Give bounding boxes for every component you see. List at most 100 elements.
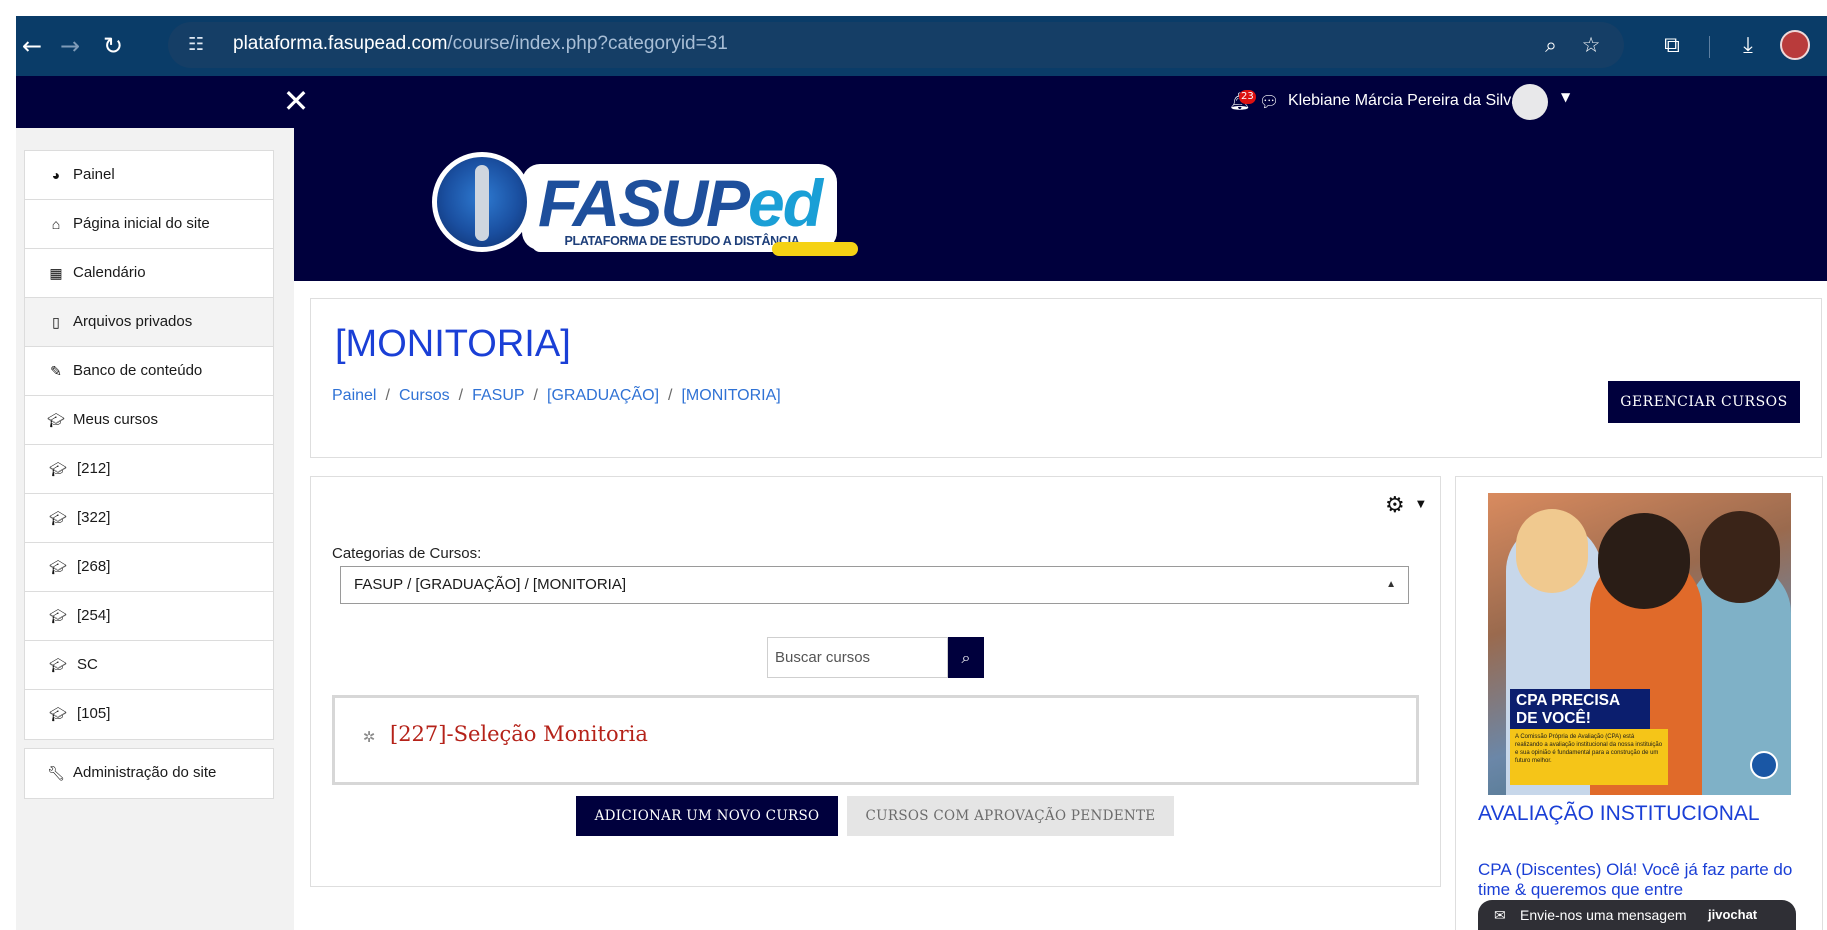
logo-emblem-icon: [432, 152, 532, 252]
notification-count-badge: 23: [1239, 90, 1256, 104]
home-icon: ⌂: [51, 216, 61, 232]
sidebar-item-label: Calendário: [73, 264, 146, 281]
extensions-icon[interactable]: ⧉: [1656, 30, 1688, 62]
sidebar-main-group: ◕ Painel ⌂ Página inicial do site ▦ Cale…: [24, 150, 274, 740]
gear-menu-chevron-down-icon[interactable]: ▼: [1417, 499, 1425, 510]
graduation-cap-icon: 🎓︎: [49, 559, 67, 575]
chat-widget-button[interactable]: ✉ Envie-nos uma mensagem jivochat: [1478, 900, 1796, 930]
sidebar-item-content-bank[interactable]: ✎ Banco de conteúdo: [25, 347, 273, 396]
breadcrumb: Painel / Cursos / FASUP / [GRADUAÇÃO] / [MONITOR…: [332, 387, 781, 405]
cpa-title-line: CPA PRECISA: [1516, 692, 1621, 709]
gear-icon[interactable]: ⚙: [1385, 493, 1405, 518]
page-header: [MONITORIA] Painel / Cursos / FASUP / [GRADUAÇ…: [310, 298, 1822, 458]
url-host: plataforma.fasupead.com: [233, 33, 448, 54]
dashboard-icon: ◕: [51, 167, 61, 183]
sidebar-navigation: ◕ Painel ⌂ Página inicial do site ▦ Cale…: [24, 150, 274, 799]
breadcrumb-link[interactable]: FASUP: [472, 387, 524, 404]
breadcrumb-separator: /: [385, 387, 390, 404]
course-category-content: ⚙ ▼ Categorias de Cursos: FASUP / [GRADU…: [310, 476, 1441, 887]
calendar-icon: ▦: [49, 265, 63, 281]
user-name[interactable]: Klebiane Márcia Pereira da Silva: [1288, 92, 1520, 110]
breadcrumb-link[interactable]: [GRADUAÇÃO]: [547, 387, 659, 404]
sidebar-course-item[interactable]: 🎓︎ [268]: [25, 543, 273, 592]
breadcrumb-separator: /: [533, 387, 538, 404]
pending-approval-button[interactable]: CURSOS COM APROVAÇÃO PENDENTE: [847, 796, 1174, 836]
select-arrows-icon: ▲: [1386, 579, 1396, 590]
sidebar-course-label: [268]: [77, 558, 111, 575]
sidebar-item-site-admin[interactable]: 🔧︎ Administração do site: [25, 749, 273, 798]
chat-widget-brand: jivochat: [1708, 907, 1758, 922]
screen: ← → ↻ ☷ plataforma.fasupead.com/course/i…: [0, 0, 1827, 930]
search-icon: ⌕: [961, 648, 971, 667]
sidebar-item-home[interactable]: ⌂ Página inicial do site: [25, 200, 273, 249]
graduation-cap-icon: 🎓︎: [49, 608, 67, 624]
download-icon[interactable]: ⤓: [1732, 30, 1764, 62]
url-path: /course/index.php?categoryid=31: [447, 33, 728, 54]
brush-icon: ✎: [50, 363, 62, 379]
sidebar-course-item[interactable]: 🎓︎ [322]: [25, 494, 273, 543]
sidebar-admin-group: 🔧︎ Administração do site: [24, 748, 274, 799]
cpa-banner-text: A Comissão Própria de Avaliação (CPA) es…: [1510, 729, 1668, 785]
manage-courses-button[interactable]: GERENCIAR CURSOS: [1608, 381, 1800, 423]
person-head: [1598, 513, 1690, 609]
sidebar-item-label: Painel: [73, 166, 115, 183]
close-drawer-icon[interactable]: ✕: [280, 85, 312, 118]
logo-swoosh: [772, 242, 858, 256]
sidebar-item-label: Banco de conteúdo: [73, 362, 203, 379]
url-text[interactable]: plataforma.fasupead.com/course/index.php…: [233, 33, 728, 55]
reload-icon[interactable]: ↻: [97, 30, 129, 62]
browser-toolbar: ← → ↻ ☷ plataforma.fasupead.com/course/i…: [16, 16, 1827, 76]
sidebar-item-painel[interactable]: ◕ Painel: [25, 151, 273, 200]
breadcrumb-link[interactable]: Cursos: [399, 387, 450, 404]
graduation-cap-icon: 🎓︎: [49, 706, 67, 722]
sidebar-course-label: [105]: [77, 705, 111, 722]
cpa-banner-image[interactable]: CPA PRECISA DE VOCÊ! A Comissão Própria d…: [1488, 493, 1791, 795]
search-button[interactable]: ⌕: [948, 637, 984, 678]
sidebar-course-item[interactable]: 🎓︎ [212]: [25, 445, 273, 494]
profile-avatar-icon[interactable]: [1780, 30, 1810, 60]
graduation-cap-icon: 🎓︎: [49, 461, 67, 477]
cpa-banner-title: CPA PRECISA DE VOCÊ!: [1510, 689, 1650, 731]
sidebar-item-my-courses[interactable]: 🎓︎ Meus cursos: [25, 396, 273, 445]
search-input[interactable]: Buscar cursos: [767, 637, 948, 678]
site-logo[interactable]: FASUPed PLATAFORMA DE ESTUDO A DISTÂNCIA: [432, 146, 860, 261]
toolbar-separator: [1709, 36, 1710, 58]
envelope-icon: ✉: [1494, 907, 1506, 923]
course-expand-icon[interactable]: ✲: [360, 728, 378, 746]
address-bar[interactable]: ☷ plataforma.fasupead.com/course/index.p…: [168, 22, 1624, 68]
bookmark-star-icon[interactable]: ☆: [1578, 32, 1604, 58]
sidebar-course-item[interactable]: 🎓︎ [254]: [25, 592, 273, 641]
category-label: Categorias de Cursos:: [332, 545, 482, 562]
cpa-description-link[interactable]: CPA (Discentes) Olá! Você já faz parte d…: [1478, 860, 1798, 900]
page-title: [MONITORIA]: [335, 323, 571, 365]
sidebar-item-private-files[interactable]: ▯ Arquivos privados: [25, 298, 273, 347]
sidebar-item-calendar[interactable]: ▦ Calendário: [25, 249, 273, 298]
sidebar-course-item[interactable]: 🎓︎ SC: [25, 641, 273, 690]
forward-arrow-icon[interactable]: →: [54, 30, 86, 62]
course-list: ✲ [227]-Seleção Monitoria: [332, 695, 1419, 785]
graduation-cap-icon: 🎓︎: [49, 657, 67, 673]
back-arrow-icon[interactable]: ←: [16, 30, 48, 62]
wrench-icon: 🔧︎: [47, 765, 65, 781]
course-link[interactable]: [227]-Seleção Monitoria: [390, 722, 648, 746]
cpa-heading-link[interactable]: AVALIAÇÃO INSTITUCIONAL: [1478, 802, 1760, 826]
messages-icon[interactable]: 💬︎: [1259, 92, 1281, 112]
breadcrumb-link[interactable]: [MONITORIA]: [681, 387, 780, 404]
graduation-cap-icon: 🎓︎: [49, 510, 67, 526]
sidebar-item-label: Página inicial do site: [73, 215, 210, 232]
sidebar-course-item[interactable]: 🎓︎ [105]: [25, 690, 273, 739]
add-course-button[interactable]: ADICIONAR UM NOVO CURSO: [576, 796, 838, 836]
logo-word-main: FASUP: [538, 166, 750, 240]
fasup-emblem-icon: [1750, 751, 1778, 779]
sidebar-item-label: Meus cursos: [73, 411, 159, 428]
graduation-cap-icon: 🎓︎: [47, 412, 65, 428]
category-select[interactable]: FASUP / [GRADUAÇÃO] / [MONITORIA] ▲: [340, 566, 1409, 604]
site-info-icon[interactable]: ☷: [188, 34, 210, 56]
user-avatar[interactable]: [1512, 84, 1548, 120]
zoom-icon[interactable]: ⌕: [1538, 32, 1564, 58]
category-selected-value: FASUP / [GRADUAÇÃO] / [MONITORIA]: [354, 576, 626, 593]
chat-widget-message: Envie-nos uma mensagem: [1520, 907, 1687, 923]
user-menu-chevron-down-icon[interactable]: ▼: [1561, 90, 1570, 104]
file-icon: ▯: [52, 314, 60, 330]
breadcrumb-link[interactable]: Painel: [332, 387, 376, 404]
